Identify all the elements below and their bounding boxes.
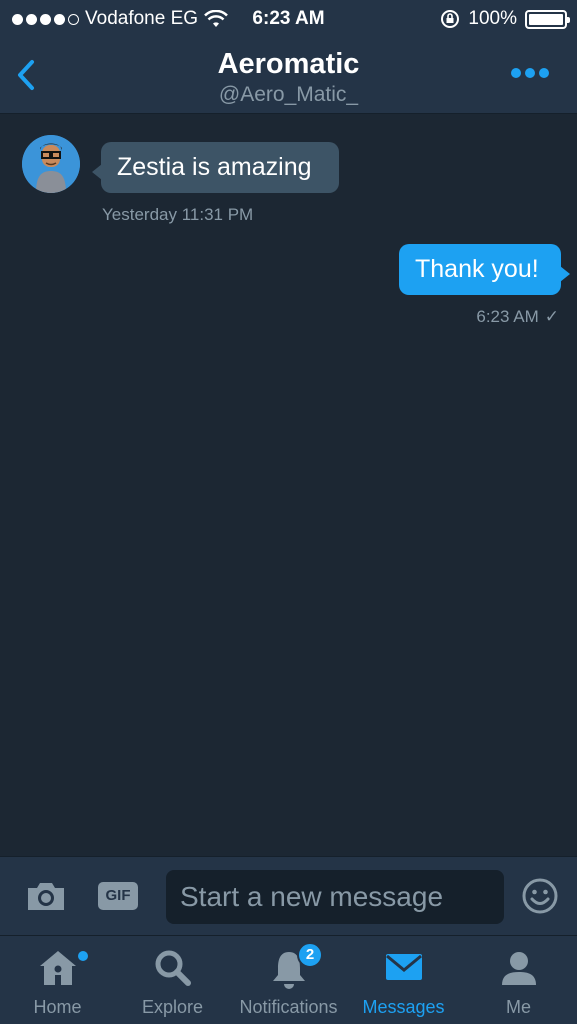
- checkmark-icon: ✓: [544, 307, 559, 326]
- avatar-image: [22, 135, 80, 193]
- gif-button[interactable]: GIF: [98, 882, 138, 910]
- conversation-header: Aeromatic @Aero_Matic_: [0, 38, 577, 114]
- incoming-message-text: Zestia is amazing: [117, 153, 312, 181]
- bubble-tail: [92, 164, 102, 180]
- emoji-icon: [522, 878, 558, 914]
- contact-name[interactable]: Aeromatic: [0, 48, 577, 81]
- outgoing-message-time: 6:23 AM: [476, 307, 539, 326]
- person-icon: [501, 952, 536, 985]
- wifi-icon: [204, 10, 228, 27]
- tab-messages-label: Messages: [362, 997, 445, 1017]
- camera-icon: [28, 883, 64, 910]
- home-icon: [39, 951, 76, 985]
- emoji-button[interactable]: [521, 877, 559, 915]
- tab-explore-label: Explore: [141, 997, 204, 1017]
- status-bar: Vodafone EG 6:23 AM 100%: [0, 0, 577, 38]
- outgoing-message-bubble[interactable]: Thank you!: [399, 244, 570, 295]
- more-options-button[interactable]: [511, 68, 549, 78]
- tab-me-label: Me: [505, 997, 531, 1017]
- battery-percent: 100%: [468, 8, 517, 29]
- carrier-name: Vodafone EG: [85, 8, 199, 29]
- message-composer: GIF: [0, 856, 577, 935]
- incoming-message-bubble[interactable]: Zestia is amazing: [92, 142, 339, 193]
- battery-fill: [529, 13, 563, 25]
- tab-messages[interactable]: Messages: [347, 936, 460, 1024]
- tab-bar: Home Explore Notifications 2 Messages Me: [0, 935, 577, 1024]
- search-icon: [155, 950, 191, 986]
- camera-button[interactable]: [25, 879, 67, 913]
- status-left: Vodafone EG: [12, 8, 228, 30]
- envelope-icon: [385, 954, 422, 980]
- tab-me[interactable]: Me: [460, 936, 577, 1024]
- message-thread[interactable]: Zestia is amazing Yesterday 11:31 PM Tha…: [0, 115, 577, 856]
- incoming-message-time: Yesterday 11:31 PM: [102, 205, 254, 224]
- signal-strength-icon: [12, 13, 79, 25]
- home-unread-dot: [78, 951, 88, 961]
- avatar[interactable]: [22, 135, 80, 193]
- status-right: 100%: [440, 8, 570, 30]
- tab-explore[interactable]: Explore: [115, 936, 230, 1024]
- tab-notifications-label: Notifications: [239, 997, 338, 1017]
- battery-icon: [525, 9, 570, 29]
- contact-handle[interactable]: @Aero_Matic_: [0, 83, 577, 107]
- tab-home-label: Home: [33, 997, 82, 1017]
- more-dots-icon: [511, 68, 521, 78]
- bubble-tail: [560, 266, 570, 282]
- notifications-badge: 2: [297, 942, 323, 968]
- outgoing-message-meta: 6:23 AM ✓: [476, 307, 559, 327]
- outgoing-message-text: Thank you!: [415, 255, 539, 283]
- rotation-lock-icon: [441, 10, 460, 28]
- tab-home[interactable]: Home: [0, 936, 115, 1024]
- tab-notifications[interactable]: Notifications: [230, 936, 347, 1024]
- message-input[interactable]: [166, 870, 504, 924]
